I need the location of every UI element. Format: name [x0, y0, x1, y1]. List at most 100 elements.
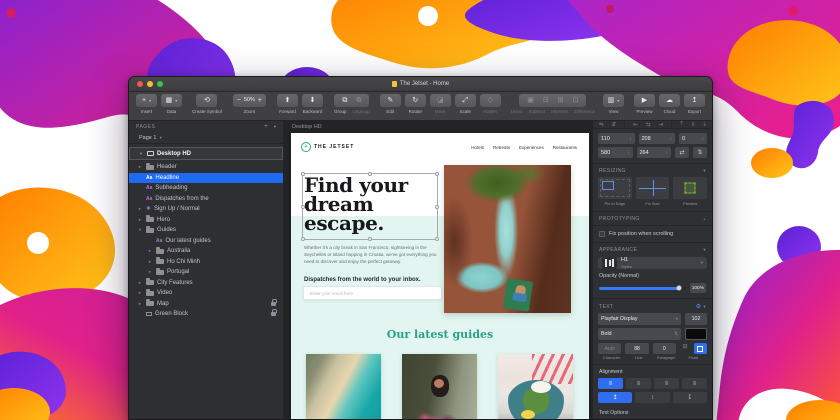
height-field[interactable]: 264↕	[637, 147, 672, 158]
selection-handle[interactable]	[368, 237, 372, 241]
disclosure-icon[interactable]: ▸	[147, 259, 153, 265]
preview-button[interactable]: ▶ Preview	[634, 94, 655, 114]
font-weight-dropdown[interactable]: Bold⇅	[598, 328, 681, 340]
layer-our-latest-guides[interactable]: Aa Our latest guides	[129, 236, 283, 247]
layer-video[interactable]: ▸ Video	[129, 288, 283, 299]
line-spacing-field[interactable]: 88	[625, 343, 648, 354]
opacity-slider[interactable]	[599, 287, 686, 290]
layer-green-block[interactable]: Green Block	[129, 309, 283, 320]
opacity-value[interactable]: 100%	[690, 283, 706, 293]
backward-button[interactable]: ⬇ Backward	[302, 94, 323, 114]
align-text-left-button[interactable]: ≡	[598, 378, 623, 389]
font-size-field[interactable]: 102	[685, 313, 707, 325]
font-family-dropdown[interactable]: Playfair Display▾	[598, 313, 681, 325]
y-field[interactable]: 208↕	[639, 133, 676, 144]
fix-position-row[interactable]: Fix position when scrolling	[593, 226, 712, 243]
align-text-bottom-button[interactable]: ↧	[673, 392, 707, 403]
disclosure-icon[interactable]: ▸	[137, 280, 143, 286]
align-text-right-button[interactable]: ≡	[654, 378, 679, 389]
edit-button[interactable]: ✎ Edit	[380, 94, 401, 114]
email-input[interactable]	[303, 286, 442, 300]
selection-handle[interactable]	[368, 172, 372, 176]
layer-portugal[interactable]: ▸ Portugal	[129, 267, 283, 278]
page-selector[interactable]: Page 1▾	[129, 132, 283, 144]
disclosure-icon[interactable]: ▸	[137, 206, 143, 212]
group-icon[interactable]: ⧉	[342, 97, 347, 104]
disclosure-icon[interactable]: ▸	[137, 164, 143, 170]
layer-australia[interactable]: ▸ Australia	[129, 246, 283, 257]
titlebar[interactable]: The Jetset - Home	[129, 77, 712, 92]
group-ungroup-control[interactable]: ⧉⧉ GroupUngroup	[334, 94, 370, 114]
disclosure-icon[interactable]: ▸	[147, 269, 153, 275]
align-text-middle-button[interactable]: ↕	[635, 392, 669, 403]
disclosure-icon[interactable]: ▸	[137, 301, 143, 307]
cloud-button[interactable]: ☁ Cloud	[659, 94, 680, 114]
paragraph-spacing-field[interactable]: 0	[653, 343, 676, 354]
artboard[interactable]: ✈ THE JETSET Hotels Retreats Experiences…	[291, 133, 589, 420]
selection-handle[interactable]	[301, 172, 305, 176]
character-spacing-field[interactable]: Auto	[598, 343, 621, 354]
selection-box[interactable]	[302, 173, 438, 240]
flip-vertical-icon[interactable]: ⇅	[693, 147, 707, 158]
text-style-selector[interactable]: H1 Styles ▾	[598, 257, 707, 269]
disclosure-icon[interactable]: ▸	[137, 290, 143, 296]
align-top-icon[interactable]: ⤒	[680, 121, 682, 128]
checkbox-unchecked[interactable]	[599, 231, 605, 237]
layer-header[interactable]: ▸ Header	[129, 162, 283, 173]
resizing-preview[interactable]: Preview	[673, 177, 707, 206]
appearance-section-header[interactable]: APPEARANCE▾	[593, 243, 712, 256]
rotate-button[interactable]: ↻ Rotate	[405, 94, 426, 114]
layer-guides[interactable]: ▾ Guides	[129, 225, 283, 236]
text-section-header[interactable]: TEXT ⚙ ▾	[593, 299, 712, 313]
rotation-field[interactable]: 0↕	[679, 133, 707, 144]
selection-handle[interactable]	[301, 205, 305, 209]
layer-hero[interactable]: ▸ Hero	[129, 215, 283, 226]
distribute-horizontal-icon[interactable]: ⇋	[599, 122, 604, 128]
slider-knob[interactable]	[676, 286, 681, 291]
layer-ho-chi-minh[interactable]: ▸ Ho Chi Minh	[129, 257, 283, 268]
align-left-icon[interactable]: ⇤	[633, 122, 638, 128]
layer-dispatches[interactable]: Aa Dispatches from the	[129, 194, 283, 205]
align-text-top-button[interactable]: ↥	[598, 392, 632, 403]
layer-subheading[interactable]: Aa Subheading	[129, 183, 283, 194]
pin-to-edge-option[interactable]: Pin to Edge	[598, 177, 632, 206]
lock-icon[interactable]	[271, 302, 276, 306]
layer-signup-symbol[interactable]: ▸ ❖ Sign Up / Normal	[129, 204, 283, 215]
selection-handle[interactable]	[435, 237, 439, 241]
disclosure-icon[interactable]: ▸	[147, 248, 153, 254]
disclosure-icon[interactable]: ▾	[138, 151, 144, 157]
align-center-h-icon[interactable]: ⇆	[646, 122, 651, 128]
auto-width-icon[interactable]: ⊟	[680, 343, 690, 354]
layer-map[interactable]: ▸ Map	[129, 299, 283, 310]
view-button[interactable]: ▥▾ View	[603, 94, 624, 114]
zoom-out-icon[interactable]: −	[237, 97, 241, 104]
layer-city-features[interactable]: ▸ City Features	[129, 278, 283, 289]
fixed-width-button[interactable]	[694, 343, 707, 354]
zoom-control[interactable]: −50%+ Zoom	[233, 94, 266, 114]
disclosure-icon[interactable]: ▸	[137, 217, 143, 223]
collapse-pages-icon[interactable]: ▾	[274, 124, 276, 130]
gear-icon[interactable]: ⚙	[696, 304, 702, 310]
flip-horizontal-icon[interactable]: ⇄	[675, 147, 689, 158]
export-button[interactable]: ↥ Export	[684, 94, 705, 114]
selection-handle[interactable]	[435, 205, 439, 209]
canvas[interactable]: Desktop HD ✈ THE JETSET Hotels Retreats …	[284, 121, 592, 420]
layer-artboard-desktop-hd[interactable]: ▾ Desktop HD	[129, 147, 283, 160]
align-bottom-icon[interactable]: ⤓	[704, 121, 706, 128]
layer-headline-selected[interactable]: Aa Headline	[129, 173, 283, 184]
insert-button[interactable]: +▾ Insert	[136, 94, 157, 114]
align-right-icon[interactable]: ⇥	[659, 122, 664, 128]
prototyping-section-header[interactable]: PROTOTYPING+	[593, 211, 712, 226]
lock-icon[interactable]	[271, 312, 276, 316]
data-button[interactable]: ▦▾ Data	[161, 94, 182, 114]
scale-button[interactable]: ⤢ Scale	[455, 94, 476, 114]
create-symbol-button[interactable]: ⟲ Create Symbol	[192, 94, 222, 114]
plus-icon[interactable]: +	[703, 217, 706, 222]
zoom-in-icon[interactable]: +	[258, 97, 262, 104]
fix-size-option[interactable]: Fix Size	[636, 177, 670, 206]
x-field[interactable]: 110↕	[598, 133, 635, 144]
distribute-vertical-icon[interactable]: ⇵	[612, 122, 617, 128]
align-text-center-button[interactable]: ≡	[626, 378, 651, 389]
forward-button[interactable]: ⬆ Forward	[277, 94, 298, 114]
disclosure-icon[interactable]: ▾	[137, 227, 143, 233]
